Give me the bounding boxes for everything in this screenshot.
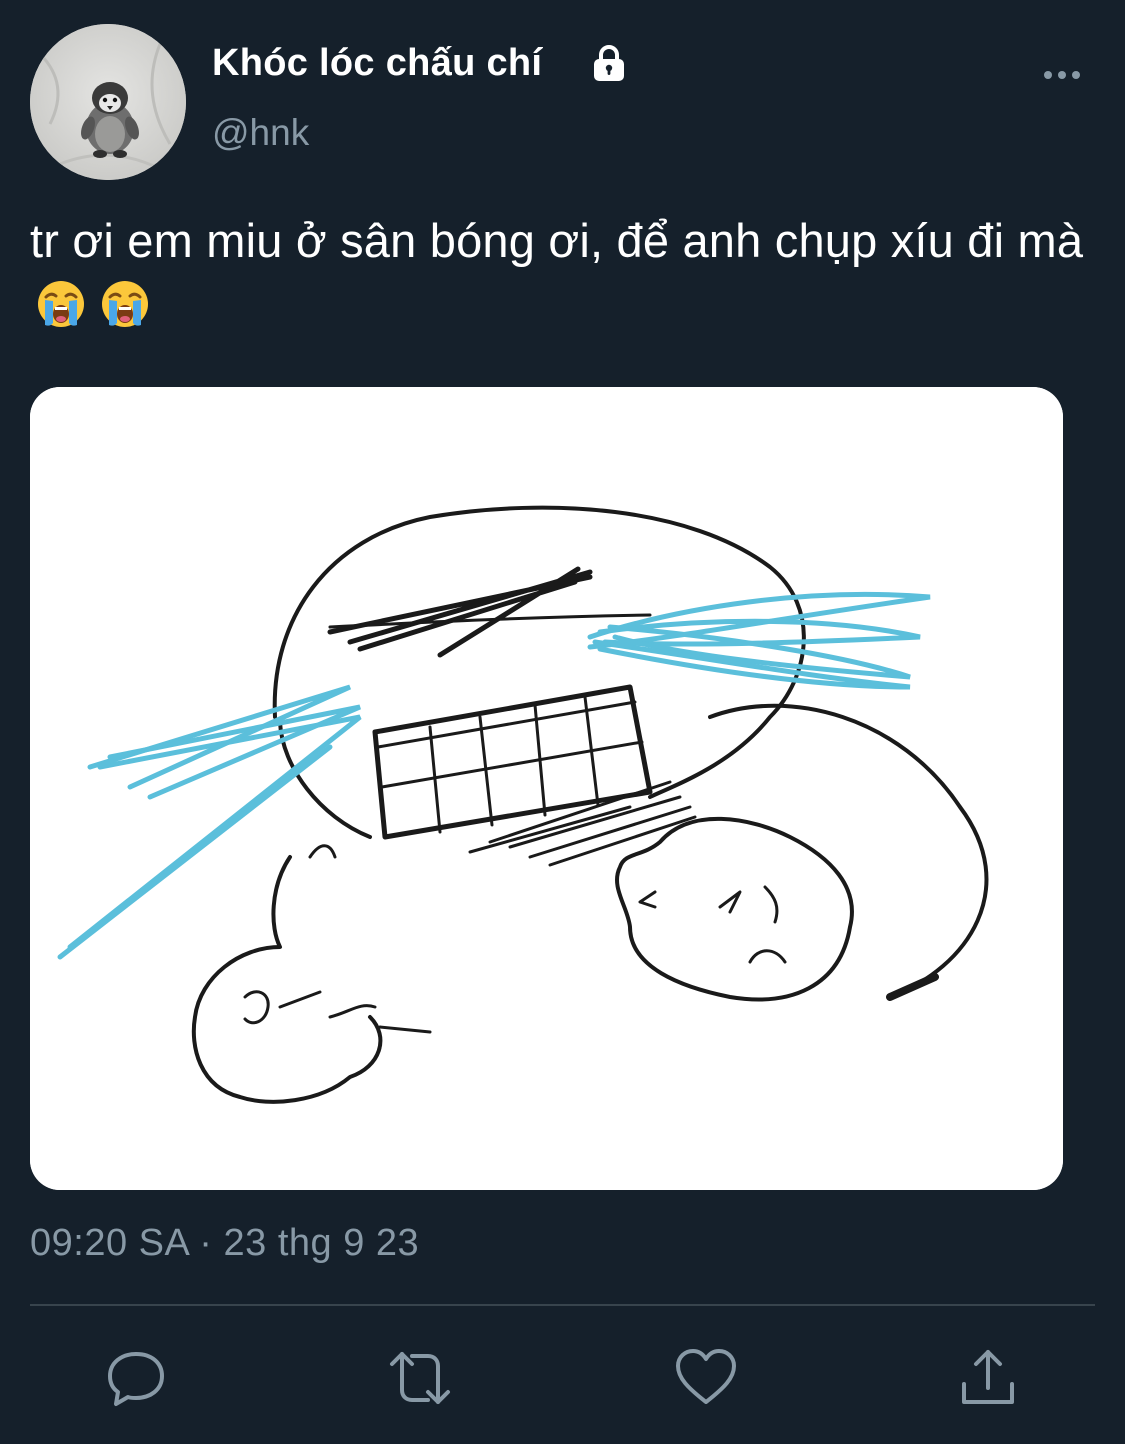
share-icon[interactable] [956,1346,1020,1410]
loudly-crying-face-icon [38,281,84,327]
heart-icon[interactable] [674,1346,738,1410]
lock-icon [594,45,624,81]
crying-meme-drawing-icon [30,387,1063,1190]
display-name[interactable]: Khóc lóc chấu chí [212,42,542,85]
tweet-timestamp[interactable]: 09:20 SA · 23 thg 9 23 [30,1222,419,1265]
more-options-icon[interactable] [1040,60,1084,90]
user-handle[interactable]: @hnk [212,112,309,154]
tweet-text: tr ơi em miu ở sân bóng ơi, để anh chụp … [30,208,1090,340]
penguin-plush-avatar-icon [30,24,186,180]
tweet-detail: Khóc lóc chấu chí @hnk tr ơi em miu ở sâ… [0,0,1125,1444]
retweet-icon[interactable] [388,1346,452,1410]
divider [30,1304,1095,1306]
reply-icon[interactable] [104,1346,168,1410]
avatar[interactable] [30,24,186,180]
loudly-crying-face-icon [102,281,148,327]
tweet-text-body: tr ơi em miu ở sân bóng ơi, để anh chụp … [30,214,1084,267]
tweet-media-image[interactable] [30,387,1063,1190]
